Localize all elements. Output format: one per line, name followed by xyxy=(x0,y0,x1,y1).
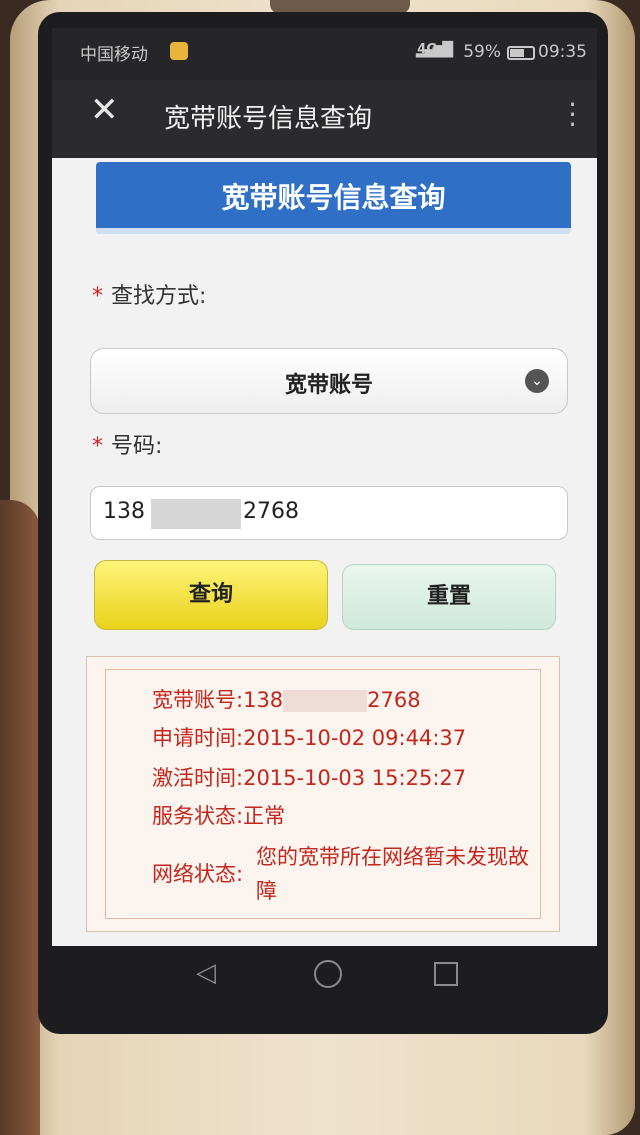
activate-key: 激活时间: xyxy=(152,766,244,790)
navigation-bar: ◁ xyxy=(52,946,597,1006)
page-content: 宽带账号信息查询 * 查找方式: 宽带账号 ⌄ * 号码: 138 2768 查询 … xyxy=(52,158,597,946)
search-method-value: 宽带账号 xyxy=(284,373,373,398)
reset-button[interactable]: 重置 xyxy=(342,564,556,630)
page-title: 宽带账号信息查询 xyxy=(164,104,373,134)
service-value: 正常 xyxy=(243,804,286,828)
header-banner: 宽带账号信息查询 xyxy=(96,162,571,234)
close-icon[interactable]: ✕ xyxy=(90,90,119,130)
app-notification-icon xyxy=(170,42,188,60)
phone-screen: 中国移动 4G ▂▄▆█ 59% 09:35 ✕ 宽带账号信息查询 · · · 宽带… xyxy=(52,28,597,946)
query-button[interactable]: 查询 xyxy=(94,560,328,630)
carrier-name: 中国移动 xyxy=(80,45,148,65)
hand xyxy=(0,500,40,1135)
search-method-select[interactable]: 宽带账号 ⌄ xyxy=(90,348,568,414)
network-key: 网络状态: xyxy=(152,862,244,886)
search-method-label: * 查找方式: xyxy=(92,278,206,310)
result-row-service: 服务状态:正常 xyxy=(152,800,285,830)
apply-key: 申请时间: xyxy=(152,726,244,750)
home-icon[interactable] xyxy=(314,960,342,988)
apply-value: 2015-10-02 09:44:37 xyxy=(243,726,467,750)
result-row-activate: 激活时间:2015-10-03 15:25:27 xyxy=(152,762,466,792)
banner-title: 宽带账号信息查询 xyxy=(221,181,446,214)
account-prefix: 138 xyxy=(243,688,284,712)
service-key: 服务状态: xyxy=(152,804,244,828)
required-star: * xyxy=(92,284,103,309)
network-value: 您的宽带所在网络暂未发现故障 xyxy=(256,845,529,903)
result-inner: 宽带账号:138 2768 申请时间:2015-10-02 09:44:37 激活… xyxy=(105,669,541,919)
battery-icon xyxy=(507,46,535,60)
number-prefix: 138 xyxy=(103,499,145,524)
recent-apps-icon[interactable] xyxy=(434,962,458,986)
activate-value: 2015-10-03 15:25:27 xyxy=(243,766,467,790)
number-label-text: 号码: xyxy=(111,434,163,459)
more-menu-icon[interactable]: · · · xyxy=(568,91,577,139)
account-suffix: 2768 xyxy=(367,688,421,712)
battery-percent: 59% xyxy=(463,42,501,62)
account-key: 宽带账号: xyxy=(152,688,244,712)
chevron-down-icon: ⌄ xyxy=(525,369,549,393)
number-suffix: 2768 xyxy=(243,499,299,524)
number-input[interactable]: 138 2768 xyxy=(90,486,568,540)
search-method-label-text: 查找方式: xyxy=(111,284,207,309)
account-redaction xyxy=(283,690,368,712)
result-panel: 宽带账号:138 2768 申请时间:2015-10-02 09:44:37 激活… xyxy=(86,656,560,932)
title-bar: ✕ 宽带账号信息查询 · · · xyxy=(52,80,597,158)
result-row-account: 宽带账号:138 2768 xyxy=(152,684,421,714)
number-label: * 号码: xyxy=(92,428,162,460)
status-bar: 中国移动 4G ▂▄▆█ 59% 09:35 xyxy=(52,28,597,80)
required-star: * xyxy=(92,434,103,459)
result-row-apply: 申请时间:2015-10-02 09:44:37 xyxy=(152,722,466,752)
back-icon[interactable]: ◁ xyxy=(196,958,216,988)
signal-icon: ▂▄▆█ xyxy=(415,42,453,58)
clock: 09:35 xyxy=(538,42,587,62)
number-redaction xyxy=(151,499,241,529)
